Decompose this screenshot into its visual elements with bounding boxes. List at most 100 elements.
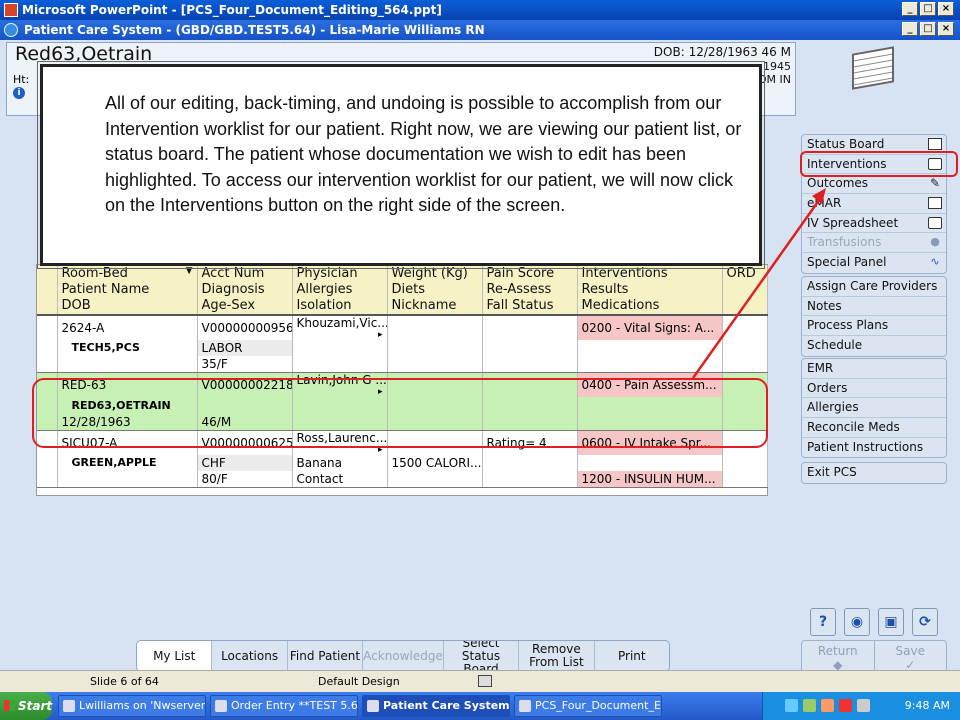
- ppt-maximize-button[interactable]: □: [920, 2, 936, 16]
- sidebar-item-outcomes[interactable]: Outcomes ✎: [802, 174, 946, 195]
- grid-cell[interactable]: 2624-A: [57, 314, 198, 340]
- grid-cell[interactable]: [387, 314, 483, 340]
- tray-icon-alert[interactable]: [821, 699, 834, 712]
- task-order-entry[interactable]: Order Entry **TEST 5.6...: [210, 695, 358, 717]
- grid-cell[interactable]: [387, 430, 483, 455]
- grid-cell[interactable]: [197, 397, 293, 414]
- grid-cell[interactable]: [482, 314, 578, 340]
- table-row[interactable]: 12/28/1963 46/M: [37, 413, 768, 431]
- refresh-button[interactable]: ⟳: [912, 608, 938, 636]
- grid-cell[interactable]: V00000000625: [197, 430, 293, 455]
- grid-cell[interactable]: V00000000956: [197, 314, 293, 340]
- grid-cell[interactable]: Lavin,John G ... ▸: [292, 372, 388, 397]
- grid-cell[interactable]: Rating= 4: [482, 430, 578, 455]
- table-row[interactable]: GREEN,APPLE CHF Banana 1500 CALORI...: [37, 454, 768, 471]
- sidebar-item-special-panel[interactable]: Special Panel ∿: [802, 253, 946, 273]
- grid-cell[interactable]: [577, 454, 723, 471]
- grid-cell[interactable]: 0400 - Pain Assessm...: [577, 372, 723, 397]
- grid-cell[interactable]: [482, 454, 578, 471]
- grid-cell[interactable]: [722, 430, 768, 455]
- grid-cell[interactable]: RED-63: [57, 372, 198, 397]
- pcs-close-button[interactable]: ×: [938, 22, 954, 36]
- grid-cell[interactable]: 0200 - Vital Signs: A...: [577, 314, 723, 340]
- sort-dropdown-icon[interactable]: ▼: [186, 266, 193, 276]
- task-patient-care-system[interactable]: Patient Care System ...: [362, 695, 510, 717]
- grid-cell[interactable]: GREEN,APPLE: [57, 454, 198, 471]
- grid-cell[interactable]: SICU07-A: [57, 430, 198, 455]
- my-list-button[interactable]: My List: [137, 641, 213, 671]
- physician-expand-icon[interactable]: ▸: [378, 387, 383, 397]
- grid-header-cell[interactable]: Room-Bed ▼: [57, 265, 198, 282]
- sidebar-item-schedule[interactable]: Schedule: [802, 336, 946, 356]
- grid-cell[interactable]: [292, 339, 388, 356]
- table-row[interactable]: 35/F: [37, 356, 768, 373]
- sidebar-item-exit-pcs[interactable]: Exit PCS: [802, 463, 946, 483]
- grid-header-cell[interactable]: Acct Num: [197, 265, 293, 282]
- pcs-minimize-button[interactable]: _: [902, 22, 918, 36]
- grid-cell[interactable]: [57, 471, 198, 488]
- grid-cell[interactable]: 12/28/1963: [57, 413, 198, 431]
- grid-cell[interactable]: [722, 339, 768, 356]
- sidebar-item-emar[interactable]: eMAR: [802, 194, 946, 214]
- grid-cell[interactable]: Banana: [292, 454, 388, 471]
- sidebar-item-notes[interactable]: Notes: [802, 297, 946, 317]
- grid-cell[interactable]: 0600 - IV Intake Spr...: [577, 430, 723, 455]
- sidebar-item-allergies[interactable]: Allergies: [802, 398, 946, 419]
- print-button[interactable]: Print: [595, 641, 669, 671]
- grid-header-cell[interactable]: Interventions: [577, 265, 723, 282]
- grid-header-cell[interactable]: Pain Score: [482, 265, 578, 282]
- return-button[interactable]: Return ◆: [802, 641, 875, 673]
- grid-cell[interactable]: 1200 - INSULIN HUM...: [577, 471, 723, 488]
- help-button[interactable]: ?: [810, 608, 836, 636]
- grid-cell[interactable]: [482, 339, 578, 356]
- lookup-button[interactable]: ◉: [844, 608, 870, 636]
- grid-cell[interactable]: [57, 356, 198, 373]
- grid-cell[interactable]: LABOR: [197, 339, 293, 356]
- sidebar-item-process-plans[interactable]: Process Plans: [802, 316, 946, 337]
- grid-cell[interactable]: 46/M: [197, 413, 293, 431]
- sidebar-item-transfusions[interactable]: Transfusions ●: [802, 233, 946, 254]
- table-row[interactable]: SICU07-A V00000000625 Ross,Laurenc... ▸ Rati…: [37, 430, 768, 455]
- sidebar-item-status-board[interactable]: Status Board: [802, 135, 946, 155]
- grid-cell[interactable]: [722, 314, 768, 340]
- ppt-minimize-button[interactable]: _: [902, 2, 918, 16]
- sidebar-item-emr[interactable]: EMR: [802, 359, 946, 379]
- grid-cell[interactable]: [722, 454, 768, 471]
- tray-icon-network[interactable]: [785, 699, 798, 712]
- table-row[interactable]: 80/F Contact 1200 - INSULIN HUM...: [37, 471, 768, 488]
- grid-cell[interactable]: [292, 397, 388, 414]
- grid-cell[interactable]: Khouzami,Vic... ▸: [292, 314, 388, 340]
- grid-cell[interactable]: [577, 339, 723, 356]
- table-row[interactable]: TECH5,PCS LABOR: [37, 339, 768, 356]
- grid-cell[interactable]: Ross,Laurenc... ▸: [292, 430, 388, 455]
- start-button[interactable]: Start: [0, 692, 52, 720]
- table-row[interactable]: RED63,OETRAIN: [37, 397, 768, 414]
- info-icon[interactable]: i: [13, 87, 25, 99]
- grid-cell[interactable]: [482, 471, 578, 488]
- grid-cell[interactable]: [722, 413, 768, 431]
- grid-cell[interactable]: [387, 339, 483, 356]
- save-button[interactable]: Save ✓: [875, 641, 947, 673]
- grid-cell[interactable]: [387, 356, 483, 373]
- grid-cell[interactable]: [482, 356, 578, 373]
- grid-cell[interactable]: [722, 356, 768, 373]
- grid-cell[interactable]: [482, 372, 578, 397]
- grid-cell[interactable]: [577, 356, 723, 373]
- grid-cell[interactable]: TECH5,PCS: [57, 339, 198, 356]
- grid-cell[interactable]: [292, 413, 388, 431]
- ppt-close-button[interactable]: ×: [938, 2, 954, 16]
- sidebar-item-assign-care-providers[interactable]: Assign Care Providers: [802, 277, 946, 297]
- grid-cell[interactable]: [387, 397, 483, 414]
- grid-cell[interactable]: [292, 356, 388, 373]
- select-status-board-button[interactable]: Select Status Board: [444, 641, 520, 671]
- grid-cell[interactable]: 35/F: [197, 356, 293, 373]
- grid-cell[interactable]: [387, 413, 483, 431]
- pcs-maximize-button[interactable]: □: [920, 22, 936, 36]
- grid-cell[interactable]: Contact: [292, 471, 388, 488]
- lock-button[interactable]: ▣: [878, 608, 904, 636]
- task-pcs-ppt[interactable]: PCS_Four_Document_Ed...: [514, 695, 662, 717]
- grid-header-cell[interactable]: Physician: [292, 265, 388, 282]
- sidebar-item-reconcile-meds[interactable]: Reconcile Meds: [802, 418, 946, 438]
- grid-header-cell[interactable]: ORD: [722, 265, 768, 282]
- table-row[interactable]: RED-63 V00000002218 Lavin,John G ... ▸ 0400 …: [37, 372, 768, 397]
